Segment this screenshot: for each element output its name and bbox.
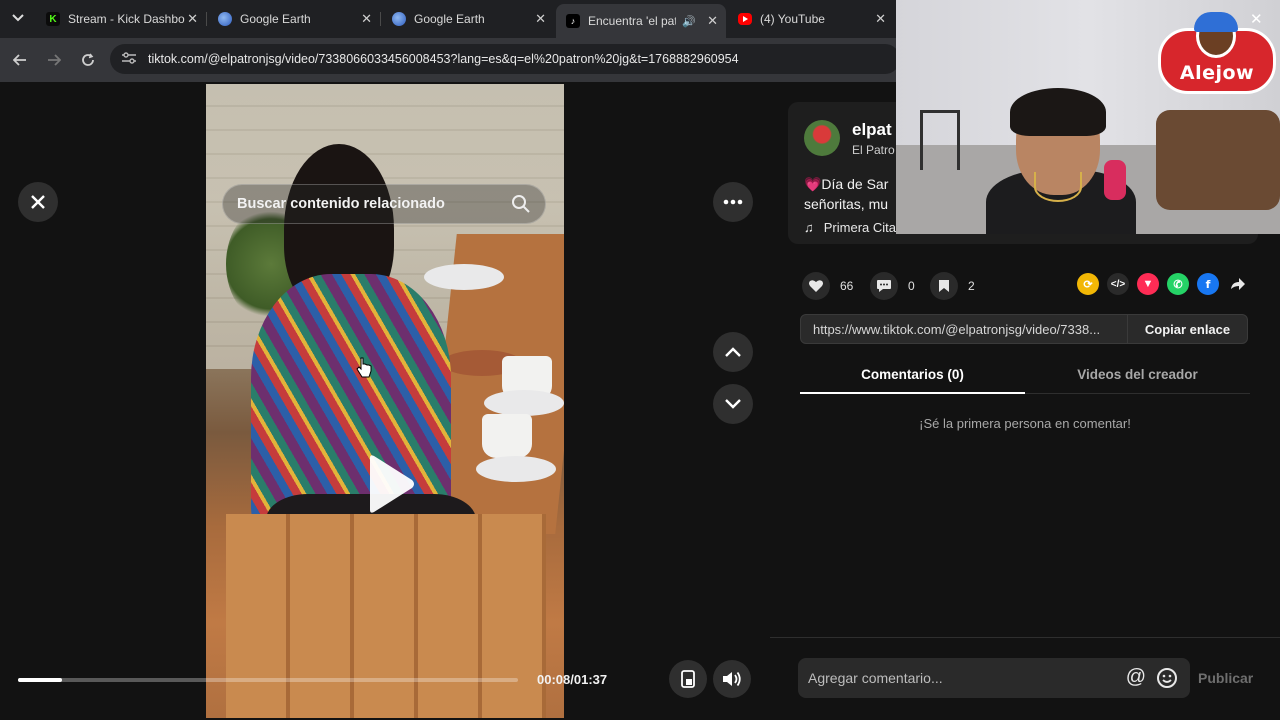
heart-icon [802, 272, 830, 300]
send-to-friends-icon[interactable]: ▼ [1137, 273, 1159, 295]
comments-tabs: Comentarios (0) Videos del creador [800, 362, 1250, 394]
embed-icon[interactable]: </> [1107, 273, 1129, 295]
mention-icon[interactable]: @ [1126, 666, 1146, 689]
floating-player-button[interactable] [669, 660, 707, 698]
like-count: 66 [840, 279, 854, 293]
comment-placeholder: Agregar comentario... [808, 670, 943, 686]
next-video-button[interactable] [713, 384, 753, 424]
comment-icon [870, 272, 898, 300]
tiktok-icon: ♪ [566, 14, 580, 28]
facebook-icon[interactable]: f [1197, 273, 1219, 295]
tab-google-earth-2[interactable]: Google Earth ✕ [382, 6, 554, 32]
close-tab-icon[interactable]: ✕ [875, 11, 886, 27]
tab-search-dropdown-icon[interactable] [6, 6, 30, 30]
hand-cursor-icon [356, 357, 372, 378]
progress-fill [18, 678, 62, 682]
url-field[interactable]: tiktok.com/@elpatronjsg/video/7338066033… [110, 44, 900, 74]
previous-video-button[interactable] [713, 332, 753, 372]
comment-count: 0 [908, 279, 915, 293]
music-note-icon: ♫ [804, 220, 814, 235]
tab-comments[interactable]: Comentarios (0) [800, 362, 1025, 394]
creator-avatar[interactable] [804, 120, 840, 156]
chevron-down-icon [725, 399, 741, 409]
music-title: Primera Cita [823, 220, 896, 235]
volume-icon [723, 671, 741, 687]
tab-label: Google Earth [414, 12, 485, 26]
close-tab-icon[interactable]: ✕ [187, 11, 198, 27]
kick-icon: K [46, 12, 60, 26]
bookmark-icon [930, 272, 958, 300]
site-settings-icon[interactable] [122, 51, 138, 67]
audio-playing-icon[interactable]: 🔊 [682, 15, 696, 28]
search-placeholder: Buscar contenido relacionado [237, 196, 445, 212]
tab-label: Encuentra 'el patr [588, 14, 676, 28]
youtube-icon [738, 13, 752, 25]
close-video-button[interactable] [18, 182, 58, 222]
reload-icon[interactable] [76, 48, 100, 72]
video-caption: 💗Día de Sar señoritas, mu [804, 176, 889, 212]
more-options-button[interactable] [713, 182, 753, 222]
creator-username[interactable]: elpat [852, 120, 892, 140]
tab-creator-videos[interactable]: Videos del creador [1025, 362, 1250, 394]
share-arrow-icon[interactable] [1227, 273, 1249, 295]
close-icon[interactable]: ✕ [1250, 10, 1263, 28]
microphone-icon [1104, 160, 1126, 200]
whatsapp-icon[interactable]: ✆ [1167, 273, 1189, 295]
repost-icon[interactable]: ⟳ [1077, 273, 1099, 295]
floating-player-icon [681, 670, 695, 688]
logo-text: Alejow [1179, 62, 1255, 84]
search-icon[interactable] [511, 194, 531, 218]
close-tab-icon[interactable]: ✕ [535, 11, 546, 27]
like-button[interactable]: 66 [802, 272, 853, 300]
forward-icon[interactable] [42, 48, 66, 72]
close-icon [31, 195, 45, 209]
video-progress-bar[interactable] [18, 678, 518, 682]
comment-input[interactable]: Agregar comentario... @ [798, 658, 1190, 698]
tab-kick-dashboard[interactable]: K Stream - Kick Dashbo ✕ [36, 6, 207, 32]
chevron-up-icon [725, 347, 741, 357]
save-button[interactable]: 2 [930, 272, 975, 300]
video-frame[interactable] [206, 84, 564, 718]
save-count: 2 [968, 279, 975, 293]
tab-tiktok-active[interactable]: ♪ Encuentra 'el patr 🔊 ✕ [556, 4, 726, 38]
publish-button[interactable]: Publicar [1198, 670, 1253, 686]
tab-label: Stream - Kick Dashbo [68, 12, 185, 26]
back-icon[interactable] [8, 48, 32, 72]
streamer-webcam-overlay: Alejow [896, 0, 1280, 234]
music-row[interactable]: ♫ Primera Cita [804, 220, 896, 235]
volume-button[interactable] [713, 660, 751, 698]
tab-label: (4) YouTube [760, 12, 825, 26]
video-link-text[interactable]: https://www.tiktok.com/@elpatronjsg/vide… [813, 322, 1100, 337]
creator-nickname: El Patro [852, 143, 895, 157]
video-link-box: https://www.tiktok.com/@elpatronjsg/vide… [800, 314, 1248, 344]
play-icon[interactable] [364, 454, 416, 514]
copy-link-button[interactable]: Copiar enlace [1127, 315, 1247, 343]
url-text: tiktok.com/@elpatronjsg/video/7338066033… [148, 52, 739, 66]
related-content-search-input[interactable]: Buscar contenido relacionado [222, 184, 546, 224]
video-time: 00:08/01:37 [537, 672, 608, 687]
close-tab-icon[interactable]: ✕ [361, 11, 372, 27]
google-earth-icon [218, 12, 232, 26]
emoji-icon[interactable] [1156, 667, 1178, 692]
video-player-area: Buscar contenido relacionado [0, 82, 770, 720]
google-earth-icon [392, 12, 406, 26]
comment-button[interactable]: 0 [870, 272, 915, 300]
tab-google-earth-1[interactable]: Google Earth ✕ [208, 6, 381, 32]
tab-label: Google Earth [240, 12, 311, 26]
close-tab-icon[interactable]: ✕ [707, 13, 718, 29]
more-icon [723, 199, 743, 205]
tab-youtube[interactable]: (4) YouTube ✕ [728, 6, 894, 32]
empty-comments-message: ¡Sé la primera persona en comentar! [919, 416, 1131, 431]
